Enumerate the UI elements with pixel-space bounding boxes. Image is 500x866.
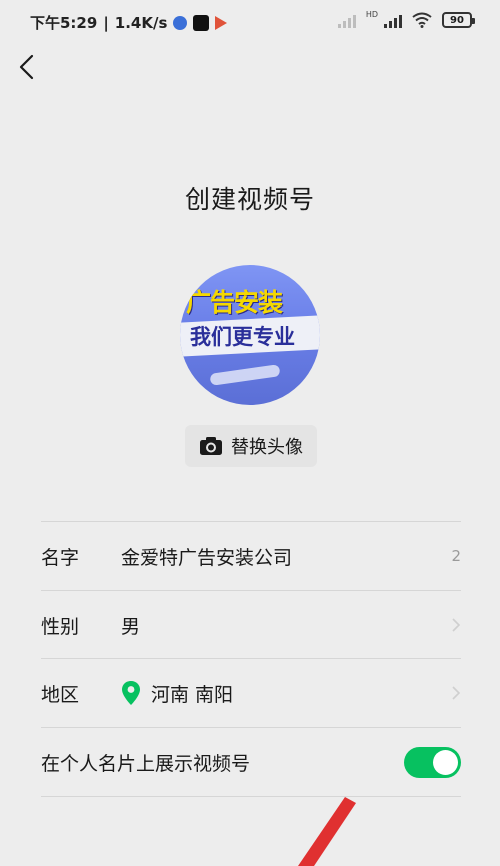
gender-row[interactable]: 性别 男	[41, 591, 461, 659]
avatar-text-top: 广告安装	[186, 288, 283, 317]
name-value[interactable]: 金爱特广告安装公司	[121, 543, 451, 570]
divider	[41, 796, 461, 797]
page-title: 创建视频号	[184, 185, 315, 214]
chevron-right-icon	[452, 686, 461, 700]
toggle-knob	[433, 750, 458, 775]
camera-icon	[200, 437, 222, 455]
network-speed: 1.4K/s	[114, 13, 168, 32]
signal-icon	[337, 12, 356, 28]
hd-icon: HD	[365, 9, 378, 19]
region-label: 地区	[41, 683, 80, 706]
battery-level: 90	[450, 14, 464, 26]
status-right: HD 90	[337, 9, 475, 28]
name-edit-count: 2	[451, 547, 461, 565]
show-on-card-row: 在个人名片上展示视频号	[41, 728, 461, 796]
status-separator: |	[103, 13, 109, 32]
show-on-card-label: 在个人名片上展示视频号	[41, 752, 251, 775]
notification-app-icon	[173, 15, 188, 30]
status-time: 下午5:29	[30, 14, 98, 32]
avatar[interactable]: 广告安装 我们更专业	[180, 265, 320, 405]
change-avatar-button[interactable]: 替换头像	[185, 425, 317, 467]
back-button[interactable]	[14, 52, 44, 82]
gender-label: 性别	[41, 615, 80, 638]
play-store-icon	[215, 15, 228, 30]
chevron-right-icon	[452, 618, 461, 632]
region-value-wrap: 河南 南阳	[121, 680, 451, 707]
change-avatar-label: 替换头像	[231, 437, 303, 458]
location-pin-icon	[122, 681, 140, 705]
gender-value: 男	[121, 615, 141, 638]
status-left: 下午5:29 | 1.4K/s	[30, 12, 228, 33]
name-row[interactable]: 名字 金爱特广告安装公司 2	[41, 522, 461, 590]
battery-icon: 90	[442, 12, 475, 28]
avatar-text-bottom: 我们更专业	[190, 325, 295, 349]
tiktok-icon	[193, 14, 210, 31]
region-value: 河南 南阳	[151, 683, 234, 706]
wifi-icon	[412, 12, 432, 28]
name-label: 名字	[41, 546, 80, 569]
region-row[interactable]: 地区 河南 南阳	[41, 659, 461, 727]
signal-strong-icon	[384, 12, 402, 28]
show-on-card-toggle[interactable]	[404, 747, 461, 778]
status-bar: 下午5:29 | 1.4K/s HD 90	[0, 0, 500, 44]
avatar-decoration	[209, 364, 281, 386]
annotation-arrow-icon	[298, 797, 356, 866]
